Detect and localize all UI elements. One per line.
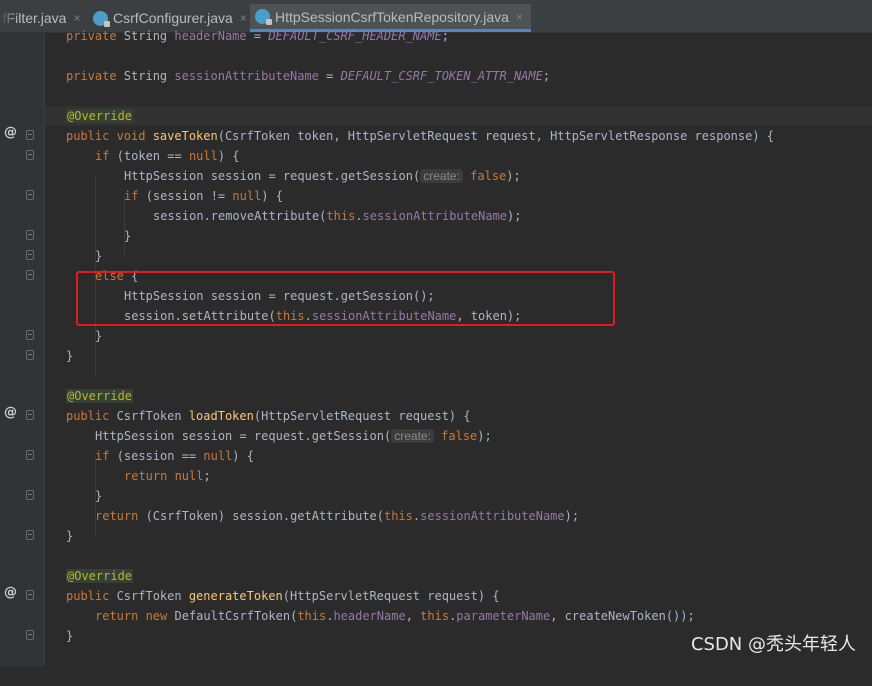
code-line: session.removeAttribute(this.sessionAttr… [153,209,522,223]
code-editor[interactable]: private String headerName = DEFAULT_CSRF… [45,29,872,666]
fold-icon[interactable] [26,630,34,640]
parameter-hint: create: [420,169,463,183]
fold-icon[interactable] [26,190,34,200]
code-line: if (session != null) { [124,189,283,203]
code-line: private String sessionAttributeName = DE… [66,69,551,83]
code-line: public void saveToken(CsrfToken token, H… [66,129,775,143]
fold-icon[interactable] [26,130,34,140]
watermark: CSDN @秃头年轻人 [690,634,856,655]
code-line: HttpSession session = request.getSession… [124,169,521,183]
close-icon[interactable]: × [240,11,247,25]
code-line: public CsrfToken loadToken(HttpServletRe… [66,409,471,423]
tab-overflow-fade [0,0,18,32]
code-line: private String headerName = DEFAULT_CSRF… [66,29,449,43]
code-line: } [124,229,132,243]
code-line: @Override [66,389,134,403]
code-line: } [66,349,74,363]
override-marker-icon[interactable]: @ [4,585,18,600]
code-line: } [66,529,74,543]
code-line: } [95,489,103,503]
java-class-icon [93,10,110,27]
tab-label: CsrfConfigurer.java [113,10,233,26]
java-class-icon [255,9,272,25]
fold-icon[interactable] [26,450,34,460]
close-icon[interactable]: × [73,11,80,25]
code-line: } [95,249,103,263]
fold-icon[interactable] [26,330,34,340]
editor-gutter: @ @ @ [0,33,44,666]
fold-icon[interactable] [26,490,34,500]
override-marker-icon[interactable]: @ [4,125,18,140]
highlight-annotation-box [76,271,615,326]
fold-icon[interactable] [26,530,34,540]
override-marker-icon[interactable]: @ [4,405,18,420]
fold-icon[interactable] [26,350,34,360]
code-line: HttpSession session = request.getSession… [95,429,492,443]
code-line: } [95,329,103,343]
code-line: if (session == null) { [95,449,254,463]
fold-icon[interactable] [26,590,34,600]
parameter-hint: create: [391,429,434,443]
fold-icon[interactable] [26,270,34,280]
code-line: return new DefaultCsrfToken(this.headerN… [95,609,695,623]
fold-icon[interactable] [26,410,34,420]
fold-icon[interactable] [26,250,34,260]
fold-icon[interactable] [26,230,34,240]
code-line: return null; [124,469,211,483]
fold-icon[interactable] [26,150,34,160]
code-line: public CsrfToken generateToken(HttpServl… [66,589,500,603]
close-icon[interactable]: × [516,10,523,24]
code-line: if (token == null) { [95,149,240,163]
code-line: return (CsrfToken) session.getAttribute(… [95,509,580,523]
code-line: @Override [66,569,134,583]
code-line: @Override [45,106,872,126]
tab-label: HttpSessionCsrfTokenRepository.java [275,8,509,25]
